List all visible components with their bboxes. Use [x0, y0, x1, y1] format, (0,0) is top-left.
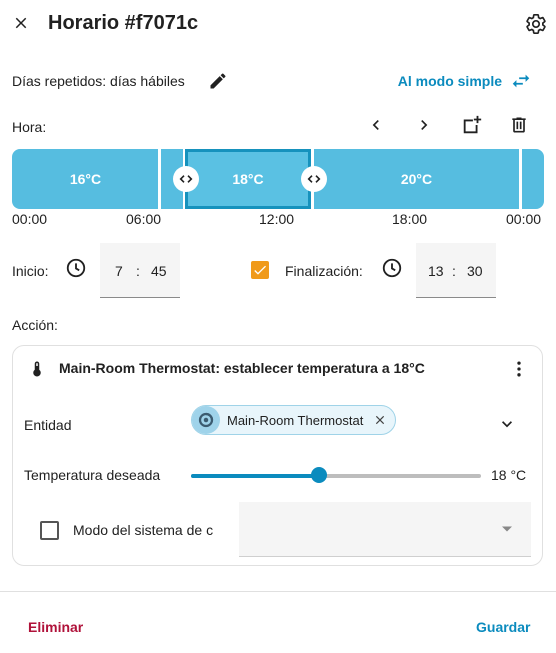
resize-horizontal-icon — [307, 175, 321, 183]
entity-label: Entidad — [24, 417, 72, 433]
entity-chip[interactable]: Main-Room Thermostat — [191, 405, 396, 435]
simple-mode-label: Al modo simple — [397, 73, 502, 89]
time-separator: : — [452, 263, 456, 279]
trash-icon — [512, 117, 526, 133]
swap-horizontal-icon — [512, 74, 530, 88]
block-temperature: 20°C — [400, 171, 433, 187]
schedule-timeline[interactable]: 16°C 18°C 20°C — [12, 149, 544, 209]
dropdown-arrow-icon — [501, 525, 513, 533]
chevron-down-icon — [502, 421, 512, 428]
end-time-checkbox[interactable] — [251, 261, 269, 279]
entity-chip-label: Main-Room Thermostat — [227, 412, 364, 428]
action-title: Main-Room Thermostat: establecer tempera… — [59, 360, 425, 376]
close-icon — [15, 17, 27, 29]
clock-icon — [65, 257, 87, 279]
target-temperature-value: 18 °C — [491, 467, 527, 483]
time-separator: : — [136, 263, 140, 279]
end-hour[interactable]: 13 — [428, 263, 444, 279]
slider-fill — [191, 474, 319, 478]
clock-icon — [381, 257, 403, 279]
settings-button[interactable] — [522, 10, 550, 38]
block-divider — [519, 149, 522, 209]
thermostat-icon — [192, 406, 220, 434]
system-mode-label: Modo del sistema de c — [73, 522, 214, 538]
add-box-icon — [463, 115, 482, 134]
target-temperature-label: Temperatura deseada — [24, 467, 161, 483]
block-temperature: 18°C — [232, 171, 264, 187]
edit-repeat-button[interactable] — [205, 68, 231, 94]
delete-button[interactable]: Eliminar — [28, 619, 83, 635]
action-menu-button[interactable] — [507, 357, 531, 381]
time-tick: 00:00 — [506, 211, 542, 227]
chip-remove-button[interactable] — [373, 413, 387, 427]
thermometer-icon — [28, 357, 46, 381]
entity-expand-button[interactable] — [495, 412, 519, 436]
time-block-selected[interactable]: 18°C — [185, 149, 311, 209]
repeat-days-text: Días repetidos: días hábiles — [12, 73, 185, 89]
delete-block-button[interactable] — [507, 113, 531, 137]
time-tick: 06:00 — [126, 211, 162, 227]
system-mode-select[interactable] — [239, 502, 531, 557]
more-vertical-icon — [517, 361, 521, 377]
start-hour[interactable]: 7 — [115, 263, 123, 279]
previous-block-button[interactable] — [364, 113, 388, 137]
time-tick: 00:00 — [12, 211, 48, 227]
slider-thumb[interactable] — [310, 467, 327, 483]
chevron-right-icon — [421, 120, 428, 130]
end-label: Finalización: — [285, 263, 363, 279]
close-button[interactable] — [8, 10, 34, 36]
end-time-input[interactable]: 13 : 30 — [416, 243, 496, 298]
add-block-button[interactable] — [459, 113, 485, 137]
save-button[interactable]: Guardar — [476, 619, 530, 635]
gear-icon — [526, 14, 546, 34]
close-icon — [375, 415, 385, 425]
start-time-input[interactable]: 7 : 45 — [100, 243, 180, 298]
block-divider — [158, 149, 161, 209]
time-label: Hora: — [12, 119, 47, 135]
page-title: Horario #f7071c — [48, 12, 199, 34]
system-mode-checkbox[interactable] — [40, 521, 59, 540]
next-block-button[interactable] — [412, 113, 436, 137]
pencil-icon — [210, 73, 226, 89]
block-temperature: 16°C — [69, 171, 102, 187]
time-tick: 18:00 — [392, 211, 428, 227]
footer-divider — [0, 591, 556, 592]
chevron-left-icon — [372, 120, 379, 130]
time-tick: 12:00 — [259, 211, 295, 227]
start-label: Inicio: — [12, 263, 49, 279]
start-minute[interactable]: 45 — [151, 263, 167, 279]
time-block[interactable]: 20°C — [314, 149, 519, 209]
simple-mode-button[interactable]: Al modo simple — [398, 70, 532, 92]
block-start-resize-handle[interactable] — [174, 167, 198, 191]
block-end-resize-handle[interactable] — [302, 167, 326, 191]
end-minute[interactable]: 30 — [467, 263, 483, 279]
check-icon — [254, 265, 266, 275]
resize-horizontal-icon — [179, 175, 193, 183]
time-block[interactable]: 16°C — [12, 149, 159, 209]
action-label: Acción: — [12, 317, 58, 333]
target-temperature-slider[interactable] — [191, 474, 481, 478]
